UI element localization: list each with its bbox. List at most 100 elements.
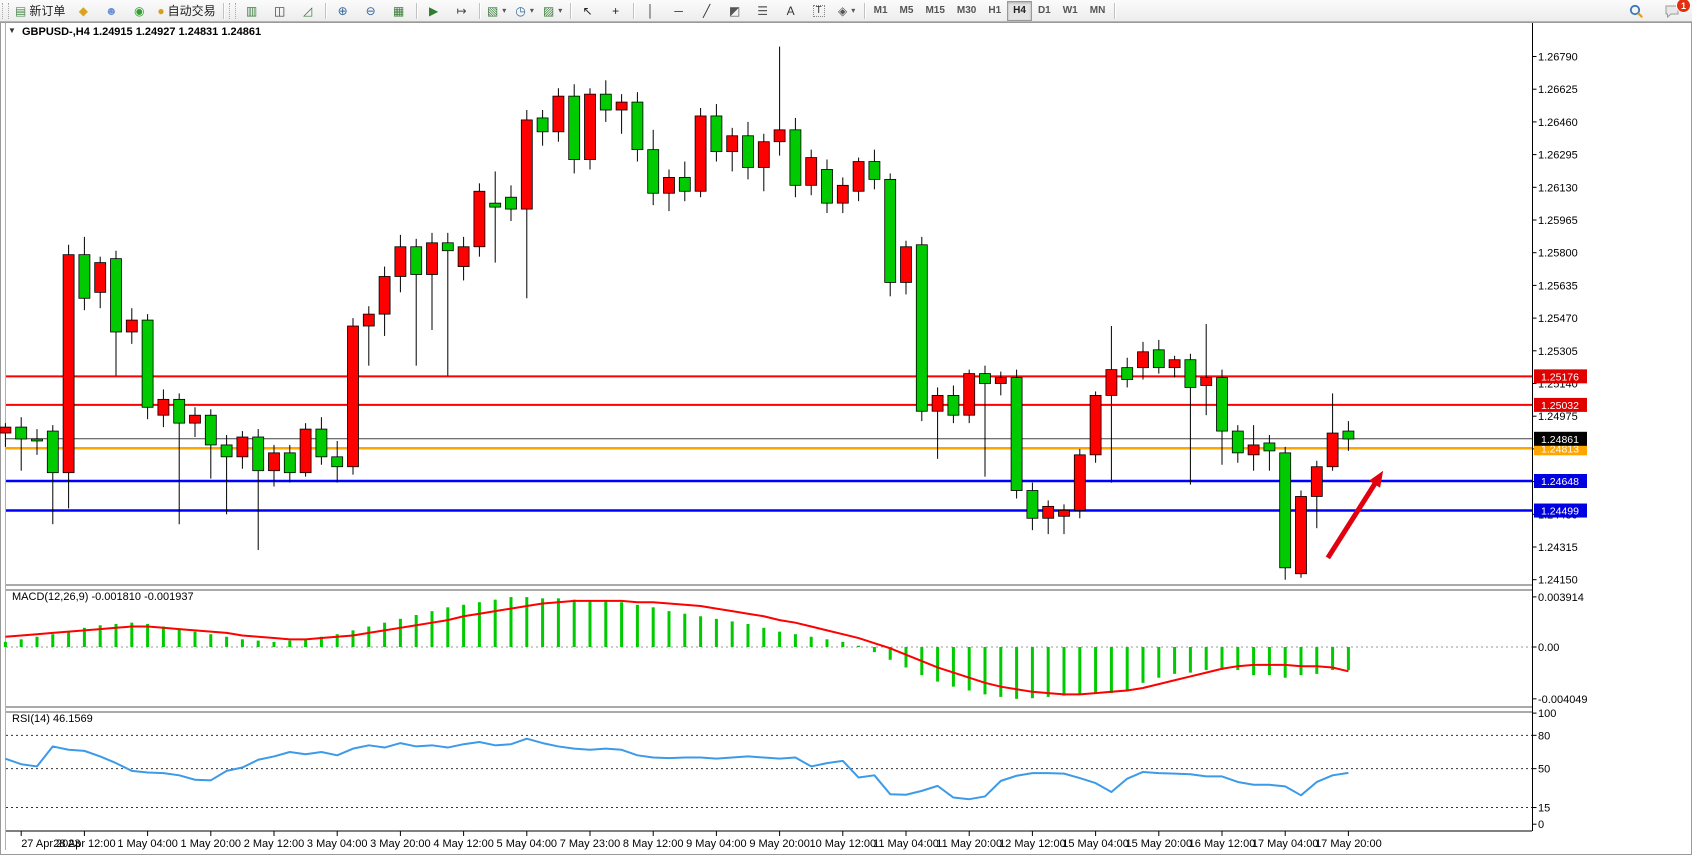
periods-button[interactable]: ◷▾ xyxy=(512,1,538,21)
periods-dropdown-caret[interactable]: ▾ xyxy=(530,6,534,15)
line-chart-button[interactable]: ◿ xyxy=(295,1,321,21)
macd-histogram-bar xyxy=(478,602,481,647)
toolbar-grip[interactable] xyxy=(229,3,236,19)
templates-dropdown-caret[interactable]: ▾ xyxy=(558,6,562,15)
equidistant-channel-button[interactable]: ◩ xyxy=(722,1,748,21)
time-axis-label: 9 May 04:00 xyxy=(686,838,747,850)
candle-body xyxy=(253,437,264,471)
current-price-badge-text: 1.24861 xyxy=(1541,434,1579,446)
timeframe-h4-button[interactable]: H4 xyxy=(1007,1,1032,21)
timeframe-m15-button[interactable]: M15 xyxy=(919,1,950,21)
text-button[interactable]: A xyxy=(778,1,804,21)
timeframe-m30-button[interactable]: M30 xyxy=(951,1,982,21)
candle-body xyxy=(648,150,659,194)
candle-body xyxy=(774,130,785,142)
macd-histogram-bar xyxy=(399,619,402,647)
macd-histogram-bar xyxy=(652,607,655,647)
zoom-in-button[interactable]: ⊕ xyxy=(330,1,356,21)
time-axis-label: 2 May 12:00 xyxy=(244,838,305,850)
tile-windows-button[interactable]: ▦ xyxy=(386,1,412,21)
macd-histogram-bar xyxy=(241,639,244,647)
line-chart-icon: ◿ xyxy=(303,5,312,17)
macd-histogram-bar xyxy=(668,611,671,647)
arrows-button[interactable]: ◈▾ xyxy=(834,1,860,21)
macd-label: MACD(12,26,9) -0.001810 -0.001937 xyxy=(12,591,194,603)
signals-button[interactable]: ◉ xyxy=(126,1,152,21)
autotrading-button[interactable]: ●自动交易 xyxy=(154,1,218,21)
time-axis-label: 8 May 12:00 xyxy=(623,838,684,850)
timeframe-h1-button[interactable]: H1 xyxy=(982,1,1007,21)
macd-histogram-bar xyxy=(984,647,987,694)
timeframe-w1-button[interactable]: W1 xyxy=(1057,1,1084,21)
new-chart-dropdown-caret[interactable]: ▾ xyxy=(502,6,506,15)
macd-histogram-bar xyxy=(462,605,465,647)
macd-histogram-bar xyxy=(415,615,418,647)
cursor-button[interactable]: ↖ xyxy=(575,1,601,21)
periods-icon: ◷ xyxy=(515,5,525,17)
candle-body xyxy=(1248,445,1259,455)
horizontal-line-button[interactable]: ─ xyxy=(666,1,692,21)
candle-body xyxy=(1343,431,1354,439)
candle-body xyxy=(474,191,485,246)
timeframe-m1-button[interactable]: M1 xyxy=(868,1,894,21)
text-label-button[interactable]: T xyxy=(806,1,832,21)
new-order-label: 新订单 xyxy=(29,2,65,19)
auto-scroll-button[interactable]: ▶ xyxy=(421,1,447,21)
timeframe-mn-button[interactable]: MN xyxy=(1084,1,1112,21)
macd-histogram-bar xyxy=(1189,647,1192,673)
trendline-button[interactable]: ╱ xyxy=(694,1,720,21)
price-axis-label: 1.26295 xyxy=(1538,150,1578,162)
templates-button[interactable]: ▨▾ xyxy=(540,1,566,21)
macd-histogram-bar xyxy=(162,627,165,647)
macd-histogram-bar xyxy=(446,607,449,647)
candle-body xyxy=(869,162,880,180)
macd-histogram-bar xyxy=(525,597,528,647)
candle-body xyxy=(1153,350,1164,368)
macd-histogram-bar xyxy=(67,632,70,647)
candle-body xyxy=(901,247,912,283)
timeframe-d1-button[interactable]: D1 xyxy=(1032,1,1057,21)
vertical-line-button[interactable]: │ xyxy=(638,1,664,21)
search-button[interactable] xyxy=(1623,1,1649,21)
arrows-dropdown-caret[interactable]: ▾ xyxy=(851,6,855,15)
profile-button[interactable]: ☻ xyxy=(98,1,124,21)
styles-button[interactable]: ◆ xyxy=(70,1,96,21)
macd-histogram-bar xyxy=(573,600,576,647)
fibonacci-button[interactable]: ☰ xyxy=(750,1,776,21)
price-axis-label: 1.25635 xyxy=(1538,280,1578,292)
toolbar-grip[interactable] xyxy=(2,3,9,19)
price-axis-label: 1.26625 xyxy=(1538,84,1578,96)
macd-histogram-bar xyxy=(968,647,971,691)
new-chart-button[interactable]: ▧▾ xyxy=(484,1,510,21)
candle-body xyxy=(853,162,864,192)
notifications-button[interactable]: 1 xyxy=(1659,1,1685,21)
candle-body xyxy=(442,243,453,251)
candle-body xyxy=(758,142,769,168)
candle-body xyxy=(1201,378,1212,386)
chart-shift-button[interactable]: ↦ xyxy=(449,1,475,21)
candle-body xyxy=(837,185,848,203)
macd-histogram-bar xyxy=(715,619,718,647)
macd-histogram-bar xyxy=(936,647,939,682)
candle-body xyxy=(490,203,501,207)
new-order-button[interactable]: ▤新订单 xyxy=(12,1,68,21)
time-axis-label: 10 May 12:00 xyxy=(809,838,876,850)
candle-body xyxy=(600,94,611,110)
macd-histogram-bar xyxy=(826,639,829,647)
candlestick-chart-button[interactable]: ◫ xyxy=(267,1,293,21)
candle-body xyxy=(221,445,232,457)
candle-body xyxy=(995,378,1006,384)
bar-chart-button[interactable]: ▥ xyxy=(239,1,265,21)
crosshair-button[interactable]: + xyxy=(603,1,629,21)
candle-body xyxy=(411,247,422,275)
candle-body xyxy=(616,102,627,110)
price-axis-label: 1.26790 xyxy=(1538,52,1578,64)
macd-histogram-bar xyxy=(1205,647,1208,670)
candle-body xyxy=(664,177,675,193)
zoom-out-button[interactable]: ⊖ xyxy=(358,1,384,21)
candle-body xyxy=(1280,453,1291,568)
timeframe-m5-button[interactable]: M5 xyxy=(894,1,920,21)
toolbar-separator xyxy=(570,3,571,19)
price-axis-label: 1.26460 xyxy=(1538,117,1578,129)
macd-histogram-bar xyxy=(1015,647,1018,699)
